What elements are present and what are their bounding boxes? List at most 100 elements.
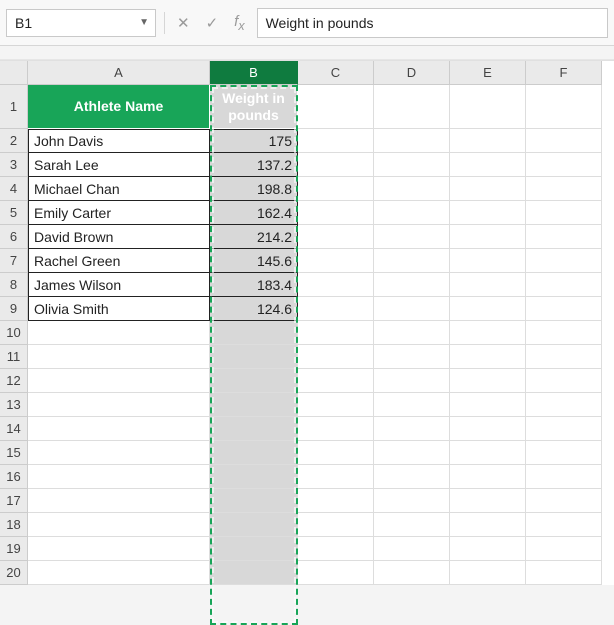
cell-B8[interactable]: 183.4 xyxy=(210,273,298,297)
row-header-4[interactable]: 4 xyxy=(0,177,28,201)
cells-area[interactable]: Athlete NameWeight in poundsJohn Davis17… xyxy=(28,85,602,585)
cell-C10[interactable] xyxy=(298,321,374,345)
cell-C6[interactable] xyxy=(298,225,374,249)
row-header-17[interactable]: 17 xyxy=(0,489,28,513)
cell-D13[interactable] xyxy=(374,393,450,417)
cell-C20[interactable] xyxy=(298,561,374,585)
cell-F4[interactable] xyxy=(526,177,602,201)
cell-D6[interactable] xyxy=(374,225,450,249)
cell-D2[interactable] xyxy=(374,129,450,153)
cell-A16[interactable] xyxy=(28,465,210,489)
cell-A3[interactable]: Sarah Lee xyxy=(28,153,210,177)
cell-E19[interactable] xyxy=(450,537,526,561)
cell-F17[interactable] xyxy=(526,489,602,513)
cell-A13[interactable] xyxy=(28,393,210,417)
cell-A11[interactable] xyxy=(28,345,210,369)
row-header-12[interactable]: 12 xyxy=(0,369,28,393)
cell-D8[interactable] xyxy=(374,273,450,297)
cell-A8[interactable]: James Wilson xyxy=(28,273,210,297)
cell-B4[interactable]: 198.8 xyxy=(210,177,298,201)
cell-C5[interactable] xyxy=(298,201,374,225)
cell-B7[interactable]: 145.6 xyxy=(210,249,298,273)
cell-D3[interactable] xyxy=(374,153,450,177)
cell-B18[interactable] xyxy=(210,513,298,537)
fx-icon[interactable]: fx xyxy=(230,13,248,33)
cell-C18[interactable] xyxy=(298,513,374,537)
cell-D9[interactable] xyxy=(374,297,450,321)
row-header-20[interactable]: 20 xyxy=(0,561,28,585)
cell-C7[interactable] xyxy=(298,249,374,273)
cell-B5[interactable]: 162.4 xyxy=(210,201,298,225)
cell-C4[interactable] xyxy=(298,177,374,201)
cell-D16[interactable] xyxy=(374,465,450,489)
cell-B14[interactable] xyxy=(210,417,298,441)
cell-D17[interactable] xyxy=(374,489,450,513)
cell-D4[interactable] xyxy=(374,177,450,201)
cell-D15[interactable] xyxy=(374,441,450,465)
cell-C8[interactable] xyxy=(298,273,374,297)
cell-B9[interactable]: 124.6 xyxy=(210,297,298,321)
cell-D19[interactable] xyxy=(374,537,450,561)
cell-C1[interactable] xyxy=(298,85,374,129)
row-header-15[interactable]: 15 xyxy=(0,441,28,465)
cell-F1[interactable] xyxy=(526,85,602,129)
cell-A4[interactable]: Michael Chan xyxy=(28,177,210,201)
cell-E20[interactable] xyxy=(450,561,526,585)
column-header-B[interactable]: B xyxy=(210,61,298,85)
cell-D18[interactable] xyxy=(374,513,450,537)
cell-E15[interactable] xyxy=(450,441,526,465)
cell-A7[interactable]: Rachel Green xyxy=(28,249,210,273)
cell-E6[interactable] xyxy=(450,225,526,249)
cell-B15[interactable] xyxy=(210,441,298,465)
cell-C11[interactable] xyxy=(298,345,374,369)
cell-C16[interactable] xyxy=(298,465,374,489)
cell-F14[interactable] xyxy=(526,417,602,441)
cell-F6[interactable] xyxy=(526,225,602,249)
row-header-6[interactable]: 6 xyxy=(0,225,28,249)
cell-A5[interactable]: Emily Carter xyxy=(28,201,210,225)
column-header-E[interactable]: E xyxy=(450,61,526,85)
row-header-1[interactable]: 1 xyxy=(0,85,28,129)
cell-C3[interactable] xyxy=(298,153,374,177)
cell-F10[interactable] xyxy=(526,321,602,345)
row-header-14[interactable]: 14 xyxy=(0,417,28,441)
cell-F12[interactable] xyxy=(526,369,602,393)
cell-D1[interactable] xyxy=(374,85,450,129)
cell-E14[interactable] xyxy=(450,417,526,441)
cell-B17[interactable] xyxy=(210,489,298,513)
cell-F2[interactable] xyxy=(526,129,602,153)
column-header-C[interactable]: C xyxy=(298,61,374,85)
cell-F3[interactable] xyxy=(526,153,602,177)
row-header-9[interactable]: 9 xyxy=(0,297,28,321)
cell-C9[interactable] xyxy=(298,297,374,321)
cell-B13[interactable] xyxy=(210,393,298,417)
cell-E1[interactable] xyxy=(450,85,526,129)
row-header-10[interactable]: 10 xyxy=(0,321,28,345)
column-header-A[interactable]: A xyxy=(28,61,210,85)
cell-F7[interactable] xyxy=(526,249,602,273)
cell-C12[interactable] xyxy=(298,369,374,393)
cell-A18[interactable] xyxy=(28,513,210,537)
cell-B16[interactable] xyxy=(210,465,298,489)
cell-D12[interactable] xyxy=(374,369,450,393)
cell-F11[interactable] xyxy=(526,345,602,369)
cell-E7[interactable] xyxy=(450,249,526,273)
select-all-corner[interactable] xyxy=(0,61,28,85)
cell-E4[interactable] xyxy=(450,177,526,201)
cancel-icon[interactable]: ✕ xyxy=(173,14,194,32)
cell-B19[interactable] xyxy=(210,537,298,561)
cell-B1[interactable]: Weight in pounds xyxy=(210,85,298,129)
column-header-D[interactable]: D xyxy=(374,61,450,85)
cell-D14[interactable] xyxy=(374,417,450,441)
cell-F5[interactable] xyxy=(526,201,602,225)
cell-E5[interactable] xyxy=(450,201,526,225)
row-header-19[interactable]: 19 xyxy=(0,537,28,561)
cell-E17[interactable] xyxy=(450,489,526,513)
chevron-down-icon[interactable]: ▼ xyxy=(139,17,149,28)
row-header-3[interactable]: 3 xyxy=(0,153,28,177)
cell-D7[interactable] xyxy=(374,249,450,273)
cell-C15[interactable] xyxy=(298,441,374,465)
cell-F16[interactable] xyxy=(526,465,602,489)
cell-F9[interactable] xyxy=(526,297,602,321)
cell-E12[interactable] xyxy=(450,369,526,393)
